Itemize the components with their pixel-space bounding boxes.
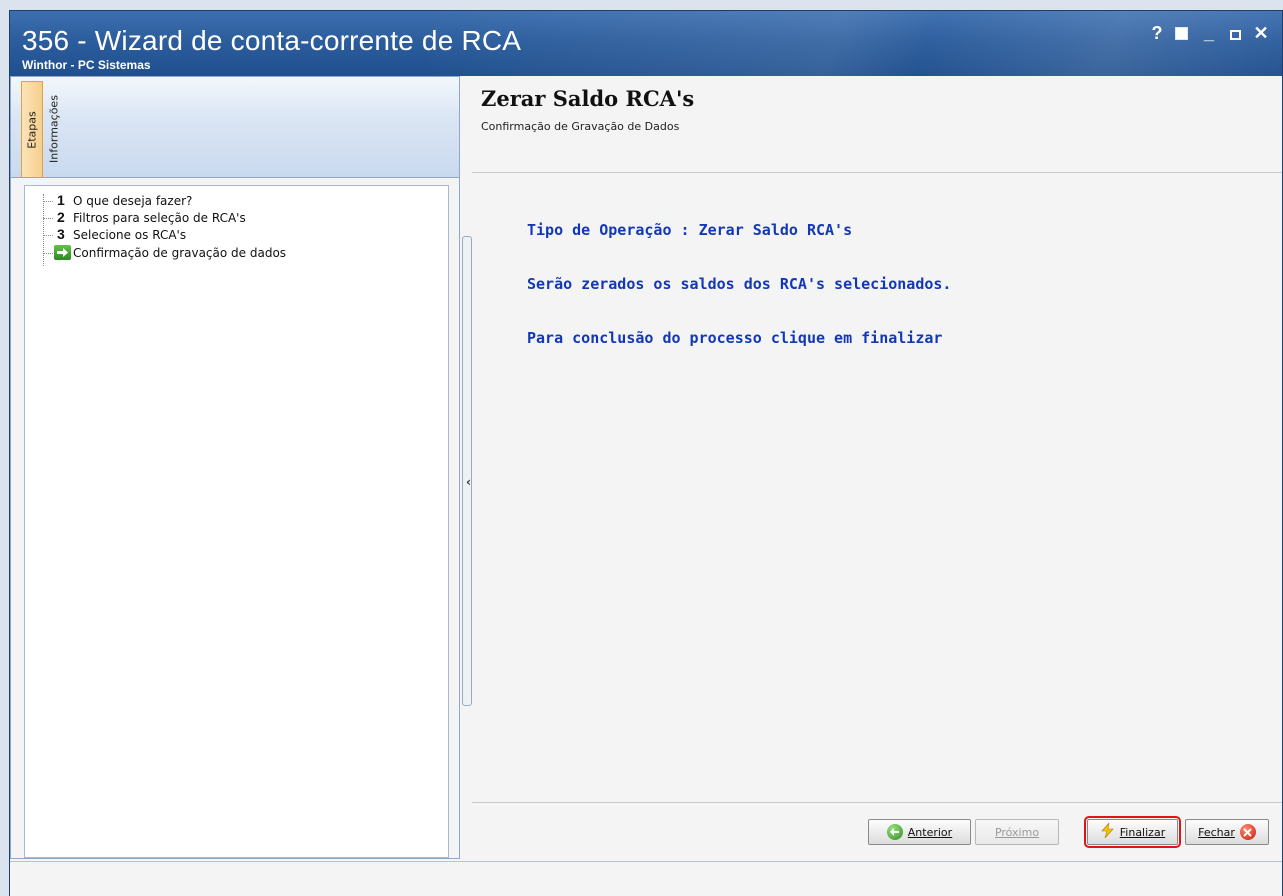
- step-item-3[interactable]: 3 Selecione os RCA's: [25, 226, 445, 244]
- step-item-2[interactable]: 2 Filtros para seleção de RCA's: [25, 209, 445, 227]
- maximize-icon: [1229, 30, 1241, 40]
- info-message: Serão zerados os saldos dos RCA's seleci…: [527, 275, 952, 293]
- proximo-label: Próximo: [994, 825, 1040, 839]
- step-label: Confirmação de gravação de dados: [73, 246, 287, 260]
- restore-icon: [1174, 27, 1188, 40]
- fechar-label: Fechar: [1198, 825, 1235, 839]
- steps-panel-header: Etapas Informações: [11, 77, 459, 178]
- tab-informacoes-label: Informações: [47, 95, 61, 163]
- operation-type-text: Tipo de Operação : Zerar Saldo RCA's: [527, 221, 853, 239]
- step-label: Selecione os RCA's: [73, 228, 187, 242]
- wizard-window: 356 - Wizard de conta-corrente de RCA Wi…: [9, 10, 1283, 896]
- restore-button[interactable]: [1170, 23, 1192, 44]
- back-arrow-icon: [886, 824, 903, 840]
- wizard-step-panel: Zerar Saldo RCA's Confirmação de Gravaçã…: [462, 76, 1282, 861]
- steps-panel: Etapas Informações 1 O que deseja fazer?…: [10, 76, 460, 859]
- step-item-1[interactable]: 1 O que deseja fazer?: [25, 192, 445, 210]
- anterior-button[interactable]: Anterior: [868, 819, 971, 845]
- lightning-icon: [1100, 822, 1115, 841]
- footer-divider: [472, 802, 1282, 803]
- minimize-button[interactable]: _: [1198, 23, 1220, 44]
- tree-branch: [43, 218, 53, 219]
- wizard-content: Etapas Informações 1 O que deseja fazer?…: [10, 76, 1282, 861]
- steps-tree: 1 O que deseja fazer? 2 Filtros para sel…: [24, 185, 449, 858]
- tree-branch: [43, 201, 53, 202]
- anterior-label: Anterior: [907, 825, 953, 839]
- step-item-4[interactable]: Confirmação de gravação de dados: [25, 245, 445, 262]
- green-arrow-icon: [54, 245, 71, 260]
- proximo-button[interactable]: Próximo: [975, 819, 1059, 845]
- close-circle-icon: [1239, 824, 1256, 840]
- fechar-button[interactable]: Fechar: [1185, 819, 1269, 845]
- step-number: 3: [57, 226, 65, 242]
- step-label: O que deseja fazer?: [73, 194, 193, 208]
- help-button[interactable]: ?: [1146, 23, 1168, 44]
- tab-informacoes[interactable]: Informações: [43, 81, 65, 177]
- tree-branch: [43, 253, 53, 254]
- close-window-button[interactable]: ✕: [1250, 23, 1272, 44]
- tree-branch: [43, 235, 53, 236]
- title-bar[interactable]: 356 - Wizard de conta-corrente de RCA Wi…: [10, 11, 1282, 76]
- step-label: Filtros para seleção de RCA's: [73, 211, 246, 225]
- page-subtitle: Confirmação de Gravação de Dados: [481, 120, 680, 133]
- step-number: 1: [57, 192, 65, 208]
- maximize-button[interactable]: [1224, 23, 1246, 44]
- finalizar-label: Finalizar: [1119, 825, 1166, 839]
- window-subtitle: Winthor - PC Sistemas: [22, 58, 151, 72]
- page-title: Zerar Saldo RCA's: [481, 86, 695, 111]
- header-divider: [472, 172, 1282, 173]
- instruction-message: Para conclusão do processo clique em fin…: [527, 329, 943, 347]
- window-title: 356 - Wizard de conta-corrente de RCA: [22, 25, 522, 56]
- status-bar: [10, 861, 1282, 896]
- finalizar-button[interactable]: Finalizar: [1084, 816, 1181, 848]
- tab-etapas[interactable]: Etapas: [21, 81, 43, 177]
- step-number: 2: [57, 209, 65, 225]
- tab-etapas-label: Etapas: [25, 110, 39, 149]
